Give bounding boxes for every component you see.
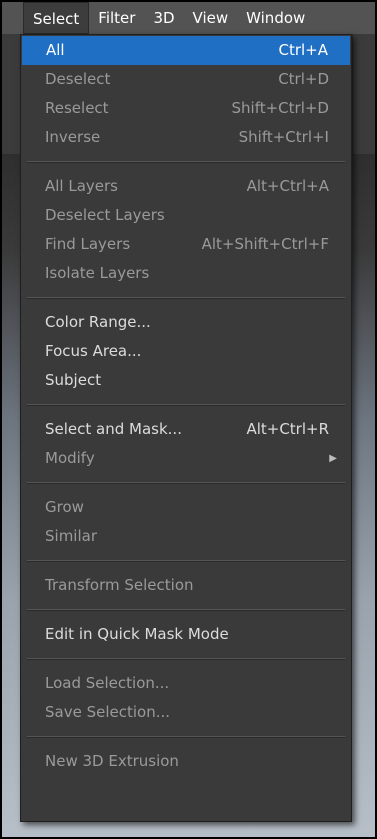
- menu-item-load-selection[interactable]: Load Selection...: [21, 669, 351, 698]
- menu-item-label: Inverse: [45, 128, 101, 146]
- menu-item-transform-selection[interactable]: Transform Selection: [21, 571, 351, 600]
- menu-item-color-range[interactable]: Color Range...: [21, 308, 351, 337]
- menu-item-all[interactable]: All Ctrl+A: [22, 36, 350, 65]
- menu-item-label: Subject: [45, 371, 102, 389]
- menu-select[interactable]: Select: [23, 2, 90, 34]
- menu-item-label: Deselect: [45, 70, 111, 88]
- menu-separator: [27, 658, 345, 659]
- menu-item-label: All Layers: [45, 177, 119, 195]
- menu-item-deselect[interactable]: Deselect Ctrl+D: [21, 65, 351, 94]
- menu-item-shortcut: Ctrl+D: [278, 70, 329, 88]
- menu-item-find-layers[interactable]: Find Layers Alt+Shift+Ctrl+F: [21, 230, 351, 259]
- menu-item-label: Isolate Layers: [45, 264, 150, 282]
- menu-item-label: Load Selection...: [45, 674, 170, 692]
- menu-item-shortcut: Alt+Ctrl+R: [246, 420, 329, 438]
- menu-item-shortcut: Shift+Ctrl+I: [238, 128, 329, 146]
- submenu-arrow-icon: ▶: [329, 453, 337, 464]
- menu-separator: [27, 297, 345, 298]
- menu-item-isolate-layers[interactable]: Isolate Layers: [21, 259, 351, 288]
- menu-item-reselect[interactable]: Reselect Shift+Ctrl+D: [21, 94, 351, 123]
- menu-item-inverse[interactable]: Inverse Shift+Ctrl+I: [21, 123, 351, 152]
- menu-item-label: Grow: [45, 498, 84, 516]
- menu-item-all-layers[interactable]: All Layers Alt+Ctrl+A: [21, 172, 351, 201]
- menu-item-label: Transform Selection: [45, 576, 194, 594]
- menu-item-label: All: [46, 41, 65, 59]
- menu-item-shortcut: Alt+Shift+Ctrl+F: [201, 235, 329, 253]
- menu-3d[interactable]: 3D: [144, 2, 183, 34]
- menu-window[interactable]: Window: [237, 2, 314, 34]
- menu-bar: Select Filter 3D View Window: [2, 2, 375, 34]
- right-panel-strip: [353, 34, 375, 154]
- menu-item-label: Modify: [45, 449, 95, 467]
- menu-item-label: Edit in Quick Mask Mode: [45, 625, 229, 643]
- menu-item-label: Similar: [45, 527, 97, 545]
- menu-separator: [27, 736, 345, 737]
- menu-item-label: Color Range...: [45, 313, 151, 331]
- menu-item-shortcut: Shift+Ctrl+D: [231, 99, 329, 117]
- menu-item-shortcut: Ctrl+A: [278, 41, 328, 59]
- menu-item-subject[interactable]: Subject: [21, 366, 351, 395]
- menu-filter[interactable]: Filter: [89, 2, 144, 34]
- menu-item-label: New 3D Extrusion: [45, 752, 179, 770]
- menu-separator: [27, 560, 345, 561]
- menu-item-select-and-mask[interactable]: Select and Mask... Alt+Ctrl+R: [21, 415, 351, 444]
- menu-item-modify[interactable]: Modify ▶: [21, 444, 351, 473]
- select-dropdown-menu: All Ctrl+A Deselect Ctrl+D Reselect Shift+Ctr…: [20, 34, 352, 822]
- menu-item-label: Find Layers: [45, 235, 131, 253]
- app-window: Select Filter 3D View Window All Ctrl+A De…: [0, 0, 377, 839]
- menu-item-label: Deselect Layers: [45, 206, 165, 224]
- menu-separator: [27, 161, 345, 162]
- left-panel-strip: [2, 34, 20, 154]
- menu-item-similar[interactable]: Similar: [21, 522, 351, 551]
- menu-item-label: Focus Area...: [45, 342, 142, 360]
- menu-view[interactable]: View: [184, 2, 238, 34]
- menu-separator: [27, 404, 345, 405]
- menu-item-label: Save Selection...: [45, 703, 171, 721]
- menu-item-save-selection[interactable]: Save Selection...: [21, 698, 351, 727]
- menu-item-grow[interactable]: Grow: [21, 493, 351, 522]
- menu-item-label: Reselect: [45, 99, 109, 117]
- menu-item-shortcut: Alt+Ctrl+A: [246, 177, 329, 195]
- menu-item-deselect-layers[interactable]: Deselect Layers: [21, 201, 351, 230]
- menu-item-edit-in-quick-mask-mode[interactable]: Edit in Quick Mask Mode: [21, 620, 351, 649]
- menu-item-label: Select and Mask...: [45, 420, 182, 438]
- menu-item-focus-area[interactable]: Focus Area...: [21, 337, 351, 366]
- menu-separator: [27, 482, 345, 483]
- menu-separator: [27, 609, 345, 610]
- menu-item-new-3d-extrusion[interactable]: New 3D Extrusion: [21, 747, 351, 776]
